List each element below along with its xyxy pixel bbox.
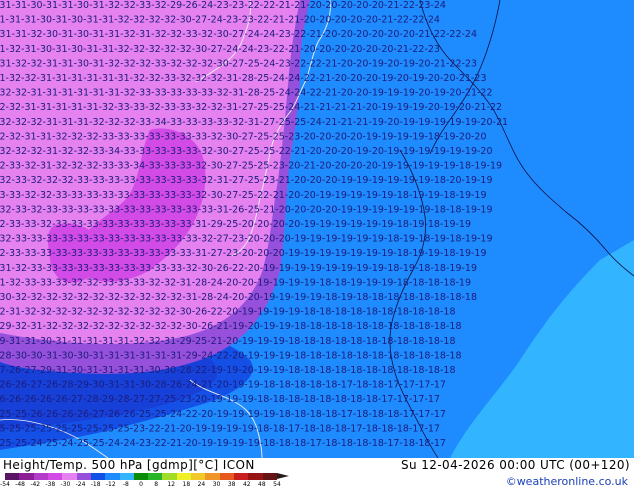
color-scale-label: -12	[105, 481, 116, 488]
temperature-row: -32-33-33-32-33-33-33-33-33-33-33-33-33-…	[0, 219, 471, 230]
temperature-row: -31-32-32-31-31-30-31-32-32-32-33-32-32-…	[0, 58, 477, 69]
temperature-row: -32-32-31-31-32-32-32-33-33-33-33-33-33-…	[0, 131, 487, 142]
temperature-row: -32-32-31-31-31-31-31-32-33-33-32-33-33-…	[0, 102, 502, 113]
color-scale-label: 24	[197, 481, 206, 488]
color-scale-label: 48	[258, 481, 266, 488]
temperature-row: -31-32-32-31-31-31-31-31-31-32-32-33-32-…	[0, 73, 487, 84]
color-scale-label: -54	[0, 481, 10, 488]
color-scale-label: 42	[242, 481, 251, 488]
color-scale-labels: -54 -48 -42 -38 -30 -24 -18 -12 -8 0 8 12 18 24 30 38 42…	[0, 481, 293, 489]
color-scale-swatch	[62, 473, 77, 480]
color-scale-swatch	[119, 473, 134, 480]
color-scale-swatch	[262, 473, 277, 480]
color-scale-label: 18	[182, 481, 191, 488]
map-canvas: -31-31-30-31-31-30-31-32-32-33-32-29-26-…	[0, 0, 634, 458]
weather-map: -31-31-30-31-31-30-31-32-32-33-32-29-26-…	[0, 0, 634, 458]
credit-link[interactable]: ©weatheronline.co.uk	[506, 475, 628, 488]
color-scale-label: 30	[212, 481, 221, 488]
color-scale-swatch	[76, 473, 91, 480]
temperature-labels: -31-31-30-31-31-30-31-32-32-33-32-29-26-…	[0, 0, 508, 449]
forecast-timestamp: Su 12-04-2026 00:00 UTC (00+120)	[401, 458, 630, 472]
temperature-row: -32-33-32-32-32-33-33-33-33-33-33-33-33-…	[0, 175, 493, 186]
temperature-row: -31-31-32-30-31-30-31-31-32-31-32-32-33-…	[0, 29, 477, 40]
color-scale-label: -24	[75, 481, 86, 488]
temperature-row: -32-31-32-32-32-32-32-32-32-32-32-32-30-…	[0, 307, 456, 318]
temperature-row: -29-32-31-32-32-32-32-32-32-32-32-32-30-…	[0, 321, 462, 332]
color-scale-swatch	[205, 473, 220, 480]
temperature-row: -25-25-24-25-24-25-25-24-24-23-22-21-20-…	[0, 438, 446, 449]
color-scale-swatch	[176, 473, 192, 480]
temperature-row: -32-33-33-33-33-33-33-33-33-33-33-33-33-…	[0, 248, 487, 259]
temperature-row: -28-30-30-31-30-30-31-31-31-31-31-31-29-…	[0, 350, 462, 361]
color-scale-label: -38	[45, 481, 56, 488]
color-scale-swatch	[219, 473, 234, 480]
temperature-row: -32-32-32-31-32-32-33-34-33-33-33-33-33-…	[0, 146, 493, 157]
color-scale: -54 -48 -42 -38 -30 -24 -18 -12 -8 0 8 12 18 24 30 38 42…	[0, 473, 293, 489]
color-scale-swatch	[105, 473, 120, 480]
color-scale-label: -30	[60, 481, 71, 488]
color-scale-label: 54	[273, 481, 281, 488]
map-title: Height/Temp. 500 hPa [gdmp][°C] ICON	[3, 458, 255, 472]
temperature-row: -26-26-26-26-26-27-28-29-28-27-27-25-23-…	[0, 394, 440, 405]
color-scale-label: -42	[30, 481, 41, 488]
color-scale-swatch	[19, 473, 34, 480]
temperature-row: -32-33-33-33-33-33-33-33-33-33-33-33-33-…	[0, 234, 493, 245]
temperature-row: -26-26-27-26-28-29-30-31-31-30-28-26-24-…	[0, 380, 446, 391]
color-scale-swatch	[248, 473, 263, 480]
color-scale-swatch	[234, 473, 249, 480]
color-scale-swatch	[191, 473, 206, 480]
color-scale-label: -18	[90, 481, 101, 488]
temperature-row: -32-32-31-31-31-31-31-31-32-33-33-33-33-…	[0, 88, 493, 99]
temperature-row: -32-33-32-31-32-32-32-33-33-34-33-33-33-…	[0, 161, 502, 172]
color-scale-label: 0	[139, 481, 143, 488]
temperature-row: -31-31-30-31-31-30-31-32-32-33-32-29-26-…	[0, 0, 446, 11]
color-scale-label: -48	[15, 481, 26, 488]
color-scale-swatch	[133, 473, 149, 480]
color-scale-swatch	[47, 473, 63, 480]
temperature-row: -31-32-31-30-31-30-31-31-32-32-32-32-32-…	[0, 44, 440, 55]
temperature-row: -31-32-33-33-33-32-32-33-33-33-32-32-31-…	[0, 277, 471, 288]
temperature-row: -31-31-31-30-31-30-31-31-32-32-32-32-30-…	[0, 15, 440, 26]
color-scale-swatch	[148, 473, 163, 480]
temperature-row: -27-26-27-29-31-30-31-31-31-31-30-30-28-…	[0, 365, 456, 376]
temperature-row: -33-33-32-32-33-33-33-33-33-33-33-33-33-…	[0, 190, 487, 201]
color-scale-label: 38	[227, 481, 236, 488]
temperature-row: -25-25-26-26-26-26-27-26-26-25-25-24-22-…	[0, 409, 446, 420]
color-scale-swatch	[162, 473, 177, 480]
color-scale-label: 12	[167, 481, 176, 488]
temperature-row: -25-25-25-25-25-25-25-25-25-23-22-21-20-…	[0, 423, 440, 434]
color-scale-label: 8	[154, 481, 159, 488]
color-scale-swatch	[5, 473, 20, 480]
color-scale-swatch	[33, 473, 48, 480]
color-scale-bar	[5, 473, 277, 480]
color-scale-swatch	[90, 473, 106, 480]
color-scale-arrow	[277, 473, 289, 479]
map-footer: Height/Temp. 500 hPa [gdmp][°C] ICON Su …	[0, 458, 634, 490]
temperature-row: -29-31-31-30-31-31-31-31-31-32-32-31-29-…	[0, 336, 456, 347]
color-scale-label: -8	[122, 481, 129, 488]
temperature-row: -32-33-32-33-33-33-33-33-33-33-33-33-33-…	[0, 204, 493, 215]
temperature-row: -30-32-32-32-32-32-32-32-32-32-32-32-31-…	[0, 292, 477, 303]
temperature-row: -31-32-33-33-33-33-33-33-33-33-33-33-32-…	[0, 263, 477, 274]
temperature-row: -32-32-32-31-31-31-32-32-32-33-34-33-33-…	[0, 117, 508, 128]
